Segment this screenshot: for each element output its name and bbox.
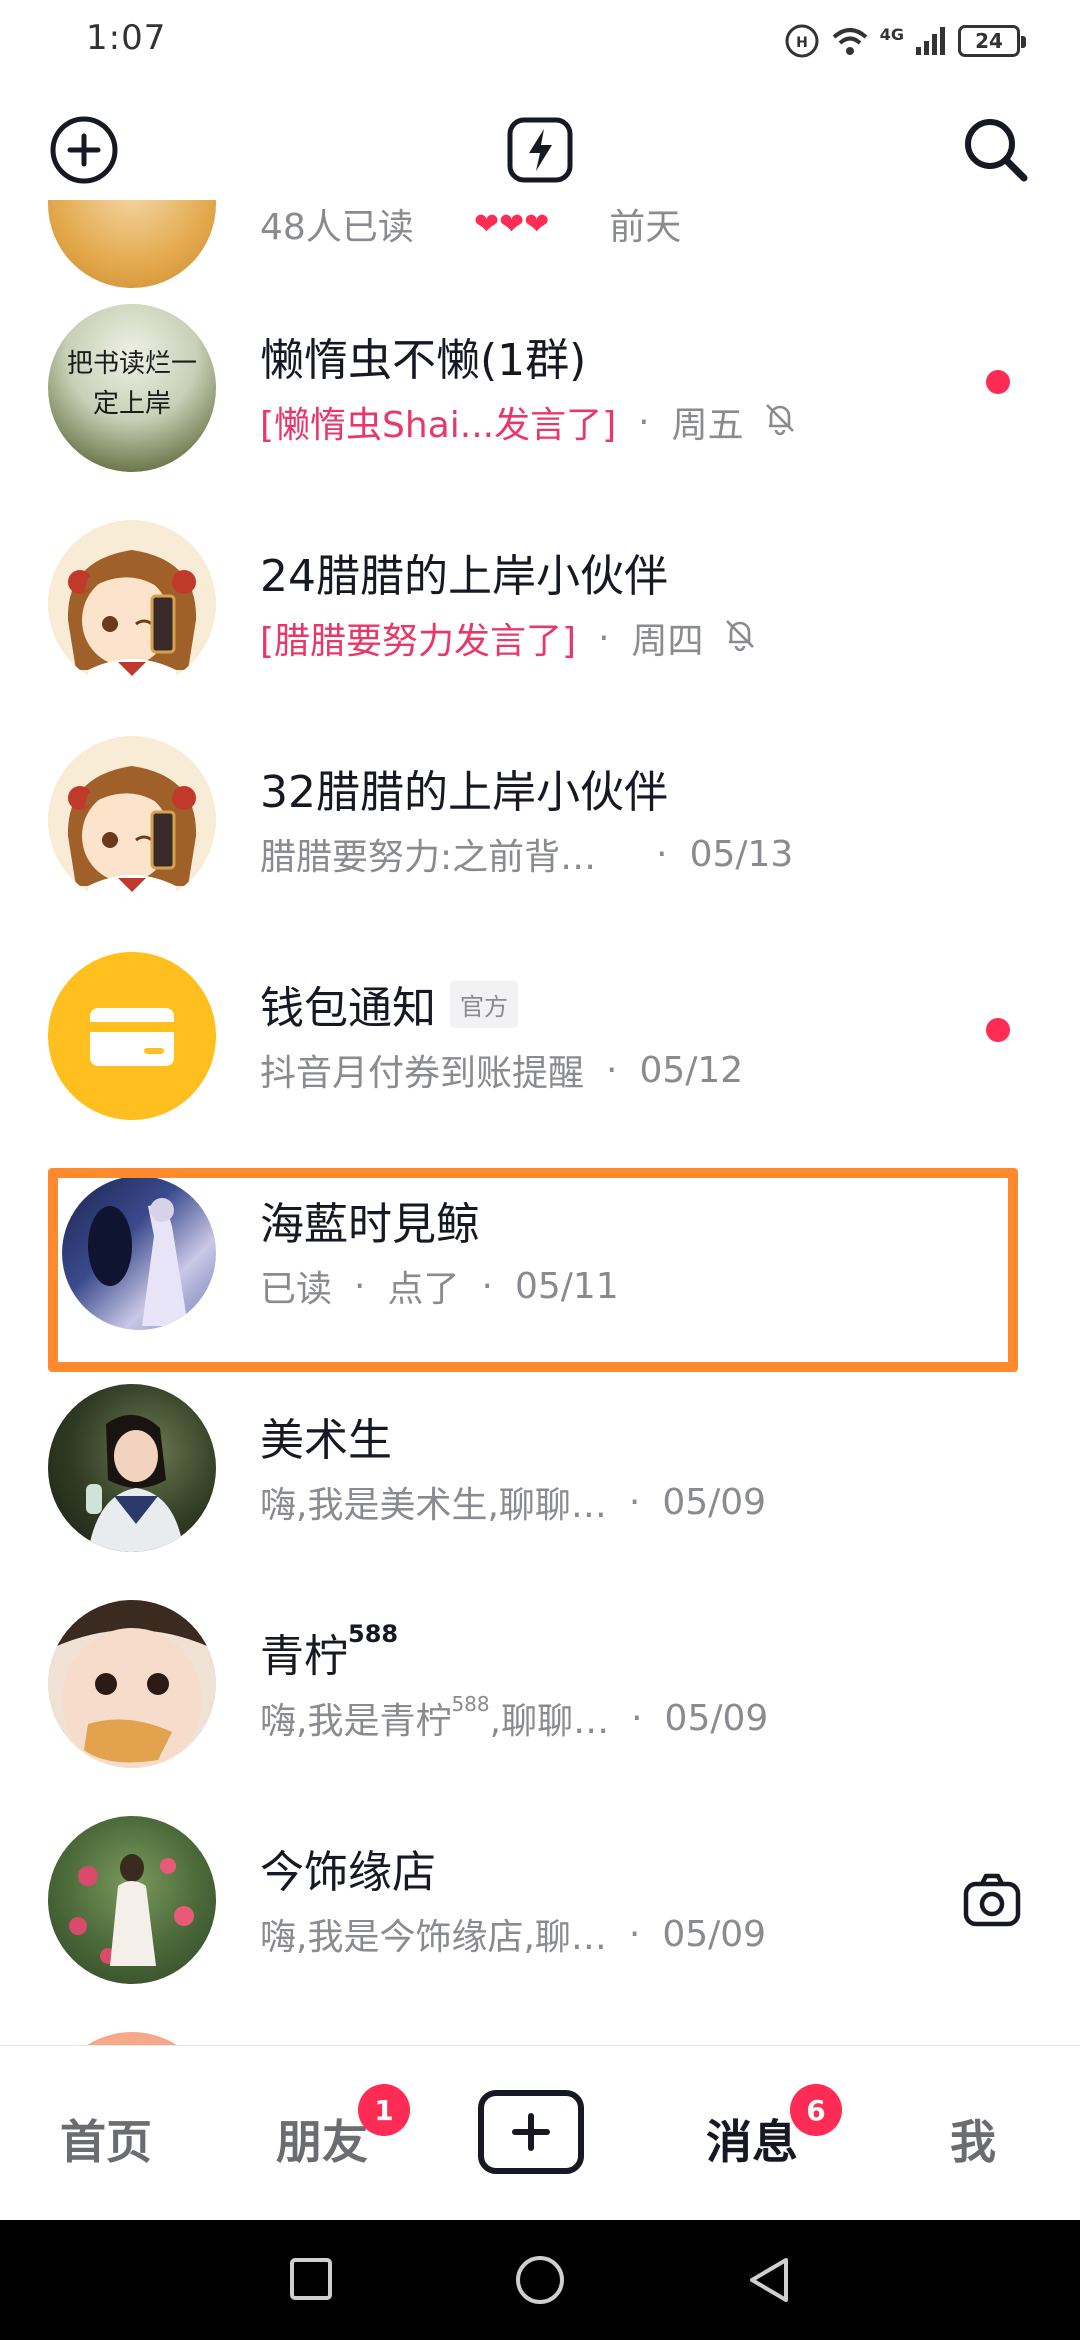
signal-icon (916, 27, 945, 55)
battery-icon: 24 (958, 25, 1026, 57)
status-bar: 1:07 H 4G 24 (0, 0, 1080, 80)
avatar (48, 2032, 216, 2045)
list-item[interactable]: 钱包通知 官方 抖音月付券到账提醒 · 05/12 (0, 928, 1080, 1144)
highlight-box (48, 1168, 1018, 1372)
plus-icon (512, 2113, 550, 2151)
conversation-name: 24腊腊的上岸小伙伴 (260, 551, 668, 602)
svg-text:H: H (796, 35, 808, 51)
list-item[interactable]: 今饰缘店 嗨,我是今饰缘店,聊… · 05/09 (0, 1792, 1080, 2008)
heart-icon: ❤❤❤ (473, 206, 550, 242)
avatar (48, 736, 216, 904)
conversation-name: 青柠 588 (260, 1620, 399, 1682)
system-nav-bar (0, 2220, 1080, 2340)
hd-call-icon: H (785, 24, 819, 58)
conversation-subtitle: 腊腊要努力:之前背… · 05/13 (260, 833, 794, 879)
avatar: 把书读烂一定上岸 (48, 304, 216, 472)
home-button[interactable] (514, 2254, 566, 2310)
conversation-name: 懒惰虫不懒(1群) (260, 335, 587, 386)
messages-badge: 6 (790, 2084, 842, 2136)
conversation-name: 美术生 (260, 1415, 392, 1466)
add-circle-icon[interactable] (44, 110, 124, 190)
back-button[interactable] (744, 2254, 794, 2310)
circle-icon (516, 2256, 564, 2304)
back-triangle-icon (750, 2258, 788, 2302)
conversation-subtitle: 嗨,我是美术生,聊聊… · 05/09 (260, 1481, 767, 1527)
avatar (48, 520, 216, 688)
conversation-subtitle: [腊腊要努力发言了] · 周四 (260, 612, 758, 664)
recent-apps-button[interactable] (286, 2254, 336, 2308)
conversation-subtitle: 48人已读 ❤❤❤ 前天 (260, 206, 682, 249)
nav-messages[interactable]: 消息 (706, 2106, 798, 2172)
list-item[interactable]: 48人已读 ❤❤❤ 前天 (0, 200, 1080, 288)
conversation-subtitle: 嗨,我是今饰缘店,聊… · 05/09 (260, 1913, 767, 1959)
nav-home[interactable]: 首页 (60, 2106, 152, 2172)
conversation-list[interactable]: 48人已读 ❤❤❤ 前天 把书读烂一定上岸 懒惰虫不懒(1群) [懒惰虫Shai… (0, 200, 1080, 2045)
list-item[interactable]: 青柠 588 嗨,我是青柠 588 ,聊聊… · 05/09 (0, 1576, 1080, 1792)
list-item[interactable]: 把书读烂一定上岸 懒惰虫不懒(1群) [懒惰虫Shai...发言了] · 周五 (0, 280, 1080, 496)
status-time: 1:07 (86, 18, 167, 58)
conversation-name: 钱包通知 官方 (260, 972, 518, 1036)
search-icon[interactable] (956, 110, 1036, 190)
conversation-name: 32腊腊的上岸小伙伴 (260, 767, 668, 818)
conversation-name: 今饰缘店 (260, 1847, 436, 1898)
unread-dot (986, 370, 1010, 394)
square-icon (290, 2258, 332, 2300)
network-type: 4G (879, 24, 904, 44)
top-bar (0, 100, 1080, 200)
list-item[interactable]: 24腊腊的上岸小伙伴 [腊腊要努力发言了] · 周四 (0, 496, 1080, 712)
avatar (48, 200, 216, 288)
conversation-subtitle: 嗨,我是青柠 588 ,聊聊… · 05/09 (260, 1692, 769, 1742)
status-icons: H 4G 24 (784, 20, 1026, 62)
official-badge: 官方 (450, 980, 518, 1028)
conversation-subtitle: 抖音月付券到账提醒 · 05/12 (260, 1049, 744, 1095)
avatar (48, 952, 216, 1120)
avatar (48, 1384, 216, 1552)
unread-dot (986, 1018, 1010, 1042)
mute-bell-icon (762, 400, 798, 445)
wallet-card-icon (48, 952, 216, 1120)
list-item[interactable]: 32腊腊的上岸小伙伴 腊腊要努力:之前背… · 05/13 (0, 712, 1080, 928)
bottom-nav: 首页 朋友 1 消息 6 我 (0, 2045, 1080, 2220)
nav-me[interactable]: 我 (950, 2106, 996, 2172)
friends-badge: 1 (358, 2084, 410, 2136)
battery-level: 24 (975, 29, 1003, 53)
avatar (48, 1600, 216, 1768)
conversation-subtitle: [懒惰虫Shai...发言了] · 周五 (260, 396, 798, 448)
create-button[interactable] (478, 2090, 584, 2174)
list-item[interactable]: 美术生 嗨,我是美术生,聊聊… · 05/09 (0, 1360, 1080, 1576)
avatar (48, 1816, 216, 1984)
wifi-icon (832, 28, 868, 55)
camera-icon[interactable] (960, 1868, 1024, 1932)
avatar-text: 把书读烂一定上岸 (66, 349, 197, 419)
mute-bell-icon (722, 616, 758, 661)
nav-friends[interactable]: 朋友 (276, 2106, 368, 2172)
flash-icon[interactable] (500, 110, 580, 190)
